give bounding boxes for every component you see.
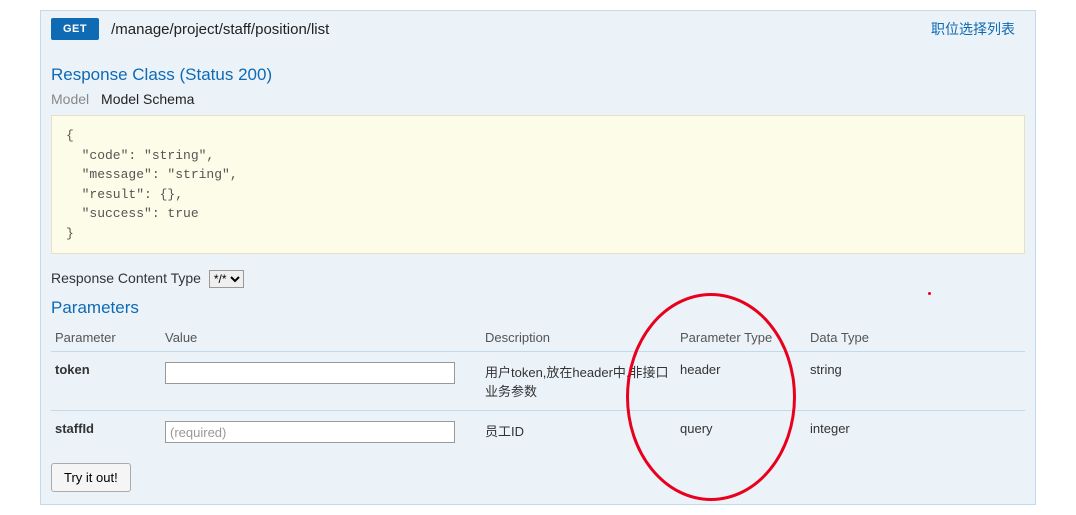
http-method-badge: GET [51,18,99,40]
parameters-title: Parameters [51,298,1025,318]
response-class-title: Response Class (Status 200) [51,65,1025,85]
annotation-dot [928,292,931,295]
parameters-table: Parameter Value Description Parameter Ty… [51,324,1025,453]
col-header-description: Description [481,324,676,352]
col-header-parameter: Parameter [51,324,161,352]
param-name: token [51,352,161,411]
operation-body: Response Class (Status 200) Model Model … [41,47,1035,504]
model-schema-box[interactable]: { "code": "string", "message": "string",… [51,115,1025,254]
swagger-operation-panel: GET /manage/project/staff/position/list … [40,10,1036,505]
operation-header[interactable]: GET /manage/project/staff/position/list … [41,11,1035,47]
model-tabs: Model Model Schema [51,91,1025,107]
col-header-parameter-type: Parameter Type [676,324,806,352]
try-it-out-button[interactable]: Try it out! [51,463,131,492]
content-type-label: Response Content Type [51,270,201,286]
table-row: token 用户token,放在header中,非接口业务参数 header s… [51,352,1025,411]
col-header-value: Value [161,324,481,352]
tab-model-schema[interactable]: Model Schema [101,91,194,107]
tab-model[interactable]: Model [51,91,89,107]
param-data-type: string [806,352,1025,411]
param-value-input[interactable] [165,362,455,384]
param-name: staffId [51,411,161,454]
endpoint-path: /manage/project/staff/position/list [111,21,931,38]
content-type-select[interactable]: */* [209,270,244,288]
param-type: header [676,352,806,411]
endpoint-summary: 职位选择列表 [931,19,1015,39]
param-data-type: integer [806,411,1025,454]
param-description: 员工ID [481,411,676,454]
param-type: query [676,411,806,454]
table-row: staffId 员工ID query integer [51,411,1025,454]
col-header-data-type: Data Type [806,324,1025,352]
param-description: 用户token,放在header中,非接口业务参数 [481,352,676,411]
param-value-input[interactable] [165,421,455,443]
content-type-row: Response Content Type */* [51,270,1025,288]
